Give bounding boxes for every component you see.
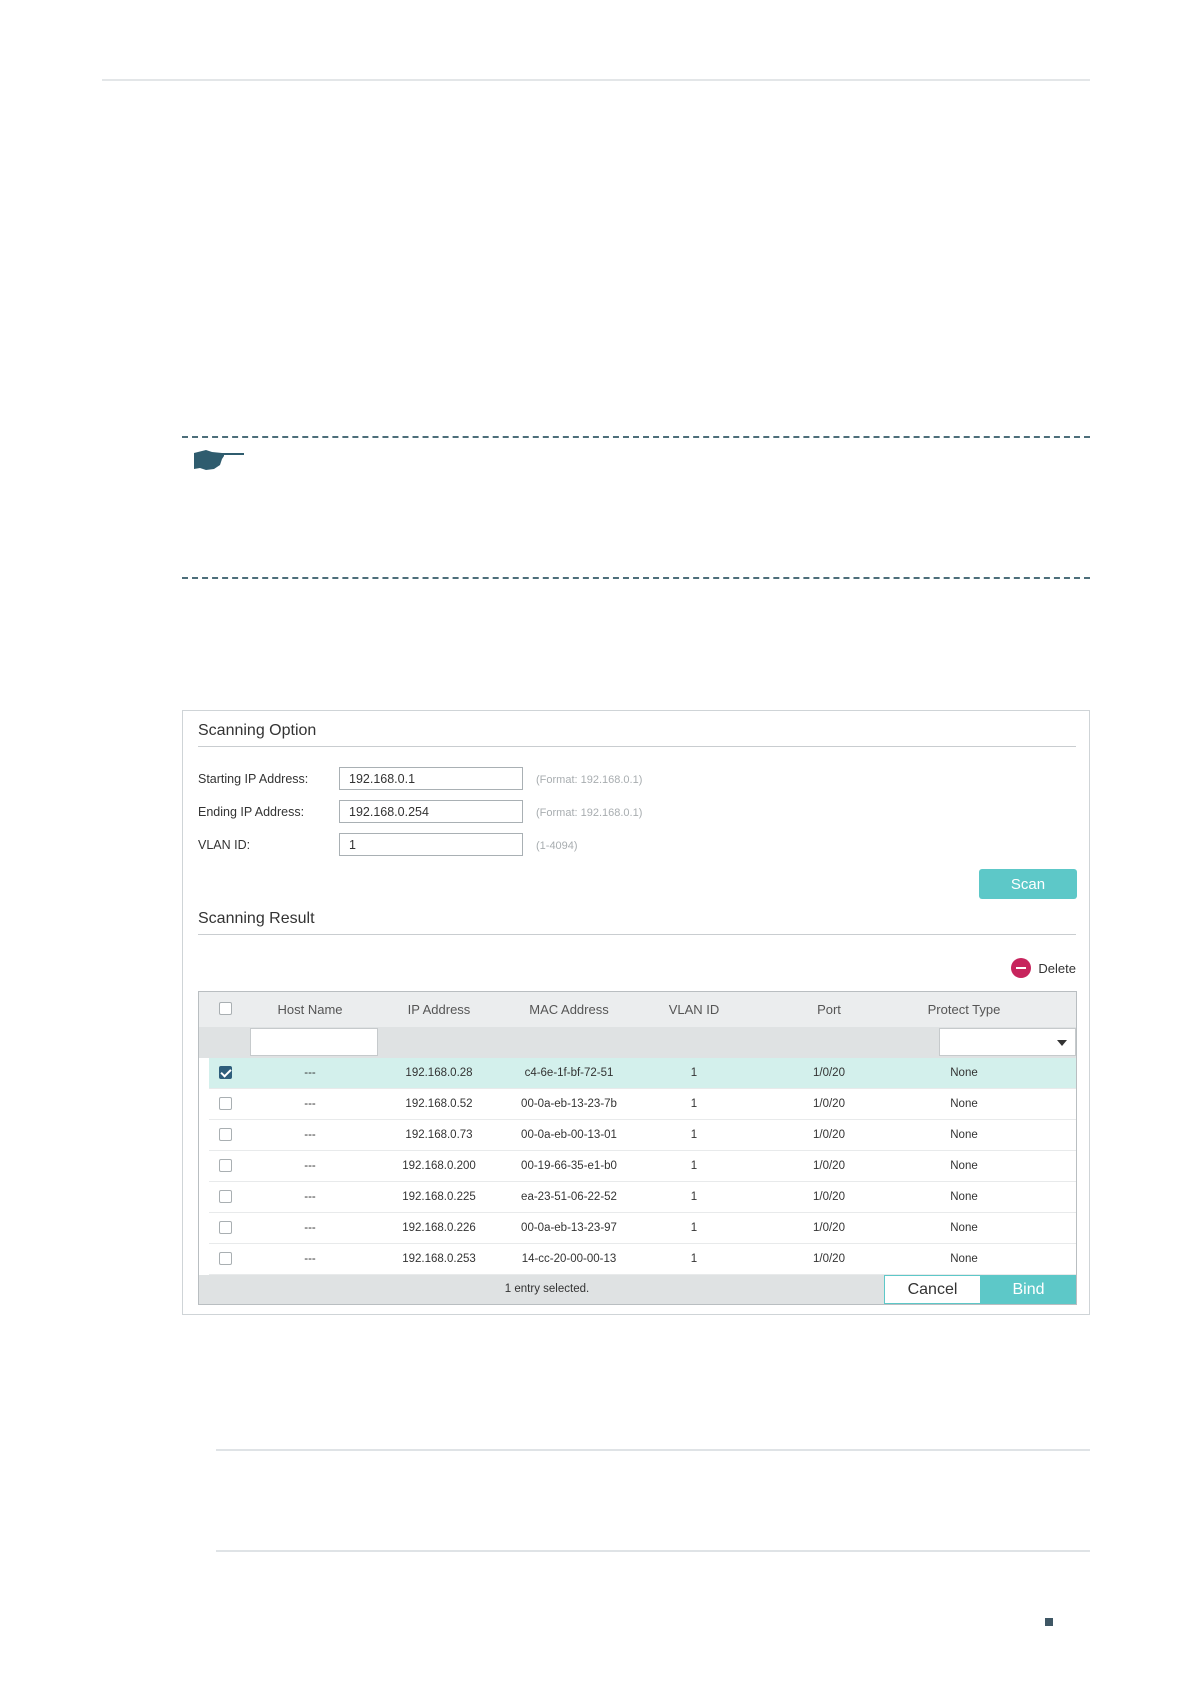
cell-ip-address: 192.168.0.200 (402, 1160, 476, 1172)
delete-minus-icon (1011, 958, 1032, 978)
note-bottom-divider (182, 577, 1090, 579)
row-checkbox[interactable] (219, 1252, 232, 1265)
cell-vlan-id: 1 (690, 1067, 698, 1079)
scan-result-grid: Host Name IP Address MAC Address VLAN ID… (198, 991, 1077, 1305)
protect-type-filter[interactable] (939, 1028, 1076, 1056)
table-row[interactable]: --- 192.168.0.28 c4-6e-1f-bf-72-51 1 1/0… (209, 1058, 1076, 1089)
vlan-id-label: VLAN ID: (198, 838, 251, 852)
cell-protect-type: None (950, 1129, 978, 1141)
cell-mac-address: 00-0a-eb-13-23-7b (521, 1098, 617, 1110)
cell-port: 1/0/20 (813, 1067, 845, 1079)
row-checkbox[interactable] (219, 1190, 232, 1203)
cell-mac-address: 00-0a-eb-00-13-01 (521, 1129, 617, 1141)
table-row[interactable]: --- 192.168.0.226 00-0a-eb-13-23-97 1 1/… (209, 1213, 1076, 1244)
cell-ip-address: 192.168.0.226 (402, 1222, 476, 1234)
cell-mac-address: c4-6e-1f-bf-72-51 (524, 1067, 614, 1079)
scanning-option-title: Scanning Option (198, 722, 317, 739)
section-divider (198, 746, 1076, 747)
cell-ip-address: 192.168.0.52 (405, 1098, 473, 1110)
section-divider (198, 934, 1076, 935)
dropdown-caret-icon (1057, 1040, 1067, 1046)
note-top-divider (182, 436, 1090, 438)
cell-host-name: --- (304, 1253, 316, 1265)
cell-vlan-id: 1 (690, 1160, 698, 1172)
cell-vlan-id: 1 (690, 1191, 698, 1203)
bind-button[interactable]: Bind (981, 1275, 1076, 1304)
cell-vlan-id: 1 (690, 1253, 698, 1265)
cancel-button[interactable]: Cancel (884, 1275, 981, 1304)
cell-port: 1/0/20 (813, 1160, 845, 1172)
table-rule (216, 1550, 1090, 1552)
delete-button[interactable]: Delete (1011, 958, 1076, 978)
cell-vlan-id: 1 (690, 1222, 698, 1234)
starting-ip-input[interactable] (339, 767, 523, 790)
cell-protect-type: None (950, 1222, 978, 1234)
selection-status: 1 entry selected. (504, 1283, 590, 1295)
grid-footer: 1 entry selected. Cancel Bind (199, 1275, 1076, 1304)
starting-ip-hint: (Format: 192.168.0.1) (536, 774, 643, 786)
row-checkbox[interactable] (219, 1097, 232, 1110)
cell-port: 1/0/20 (813, 1191, 845, 1203)
vlan-id-input[interactable] (339, 833, 523, 856)
header-rule (102, 79, 1090, 81)
ending-ip-label: Ending IP Address: (198, 805, 305, 819)
cell-host-name: --- (304, 1098, 316, 1110)
cell-protect-type: None (950, 1160, 978, 1172)
cell-protect-type: None (950, 1253, 978, 1265)
cell-port: 1/0/20 (813, 1129, 845, 1141)
row-checkbox[interactable] (219, 1159, 232, 1172)
table-row[interactable]: --- 192.168.0.52 00-0a-eb-13-23-7b 1 1/0… (209, 1089, 1076, 1120)
cell-host-name: --- (304, 1191, 316, 1203)
col-header-protect-type[interactable]: Protect Type (899, 992, 1029, 1027)
col-header-mac-address[interactable]: MAC Address (504, 992, 634, 1027)
cell-protect-type: None (950, 1098, 978, 1110)
cell-mac-address: 00-19-66-35-e1-b0 (521, 1160, 617, 1172)
cell-mac-address: 14-cc-20-00-00-13 (521, 1253, 617, 1265)
scanning-result-title: Scanning Result (198, 910, 315, 927)
table-row[interactable]: --- 192.168.0.253 14-cc-20-00-00-13 1 1/… (209, 1244, 1076, 1275)
cell-vlan-id: 1 (690, 1129, 698, 1141)
host-name-filter[interactable] (250, 1028, 378, 1056)
cell-ip-address: 192.168.0.73 (405, 1129, 473, 1141)
cell-port: 1/0/20 (813, 1098, 845, 1110)
col-header-ip-address[interactable]: IP Address (389, 992, 489, 1027)
row-checkbox[interactable] (219, 1128, 232, 1141)
cell-mac-address: ea-23-51-06-22-52 (521, 1191, 617, 1203)
cell-host-name: --- (304, 1222, 316, 1234)
cell-port: 1/0/20 (813, 1222, 845, 1234)
cell-port: 1/0/20 (813, 1253, 845, 1265)
cell-mac-address: 00-0a-eb-13-23-97 (521, 1222, 617, 1234)
table-row[interactable]: --- 192.168.0.73 00-0a-eb-00-13-01 1 1/0… (209, 1120, 1076, 1151)
cell-host-name: --- (304, 1129, 316, 1141)
cell-protect-type: None (950, 1191, 978, 1203)
scan-button[interactable]: Scan (979, 869, 1077, 899)
table-row[interactable]: --- 192.168.0.225 ea-23-51-06-22-52 1 1/… (209, 1182, 1076, 1213)
delete-label: Delete (1038, 960, 1076, 976)
starting-ip-label: Starting IP Address: (198, 772, 309, 786)
select-all-checkbox[interactable] (219, 1002, 232, 1015)
page-marker (1045, 1618, 1053, 1626)
note-hand-icon (194, 450, 244, 470)
cell-vlan-id: 1 (690, 1098, 698, 1110)
col-header-vlan-id[interactable]: VLAN ID (649, 992, 739, 1027)
cell-protect-type: None (950, 1067, 978, 1079)
grid-header: Host Name IP Address MAC Address VLAN ID… (199, 992, 1076, 1027)
col-header-host-name[interactable]: Host Name (249, 992, 371, 1027)
table-rule (216, 1449, 1090, 1451)
cell-host-name: --- (304, 1067, 316, 1079)
vlan-id-hint: (1-4094) (536, 840, 578, 852)
row-checkbox[interactable] (219, 1221, 232, 1234)
cell-host-name: --- (304, 1160, 316, 1172)
table-row[interactable]: --- 192.168.0.200 00-19-66-35-e1-b0 1 1/… (209, 1151, 1076, 1182)
col-header-port[interactable]: Port (779, 992, 879, 1027)
cell-ip-address: 192.168.0.225 (402, 1191, 476, 1203)
ending-ip-input[interactable] (339, 800, 523, 823)
row-checkbox[interactable] (219, 1066, 232, 1079)
cell-ip-address: 192.168.0.28 (405, 1067, 473, 1079)
cell-ip-address: 192.168.0.253 (402, 1253, 476, 1265)
bind-entry-panel: Scanning Option Starting IP Address: (Fo… (182, 710, 1090, 1315)
grid-filter-row (199, 1027, 1076, 1058)
ending-ip-hint: (Format: 192.168.0.1) (536, 807, 643, 819)
